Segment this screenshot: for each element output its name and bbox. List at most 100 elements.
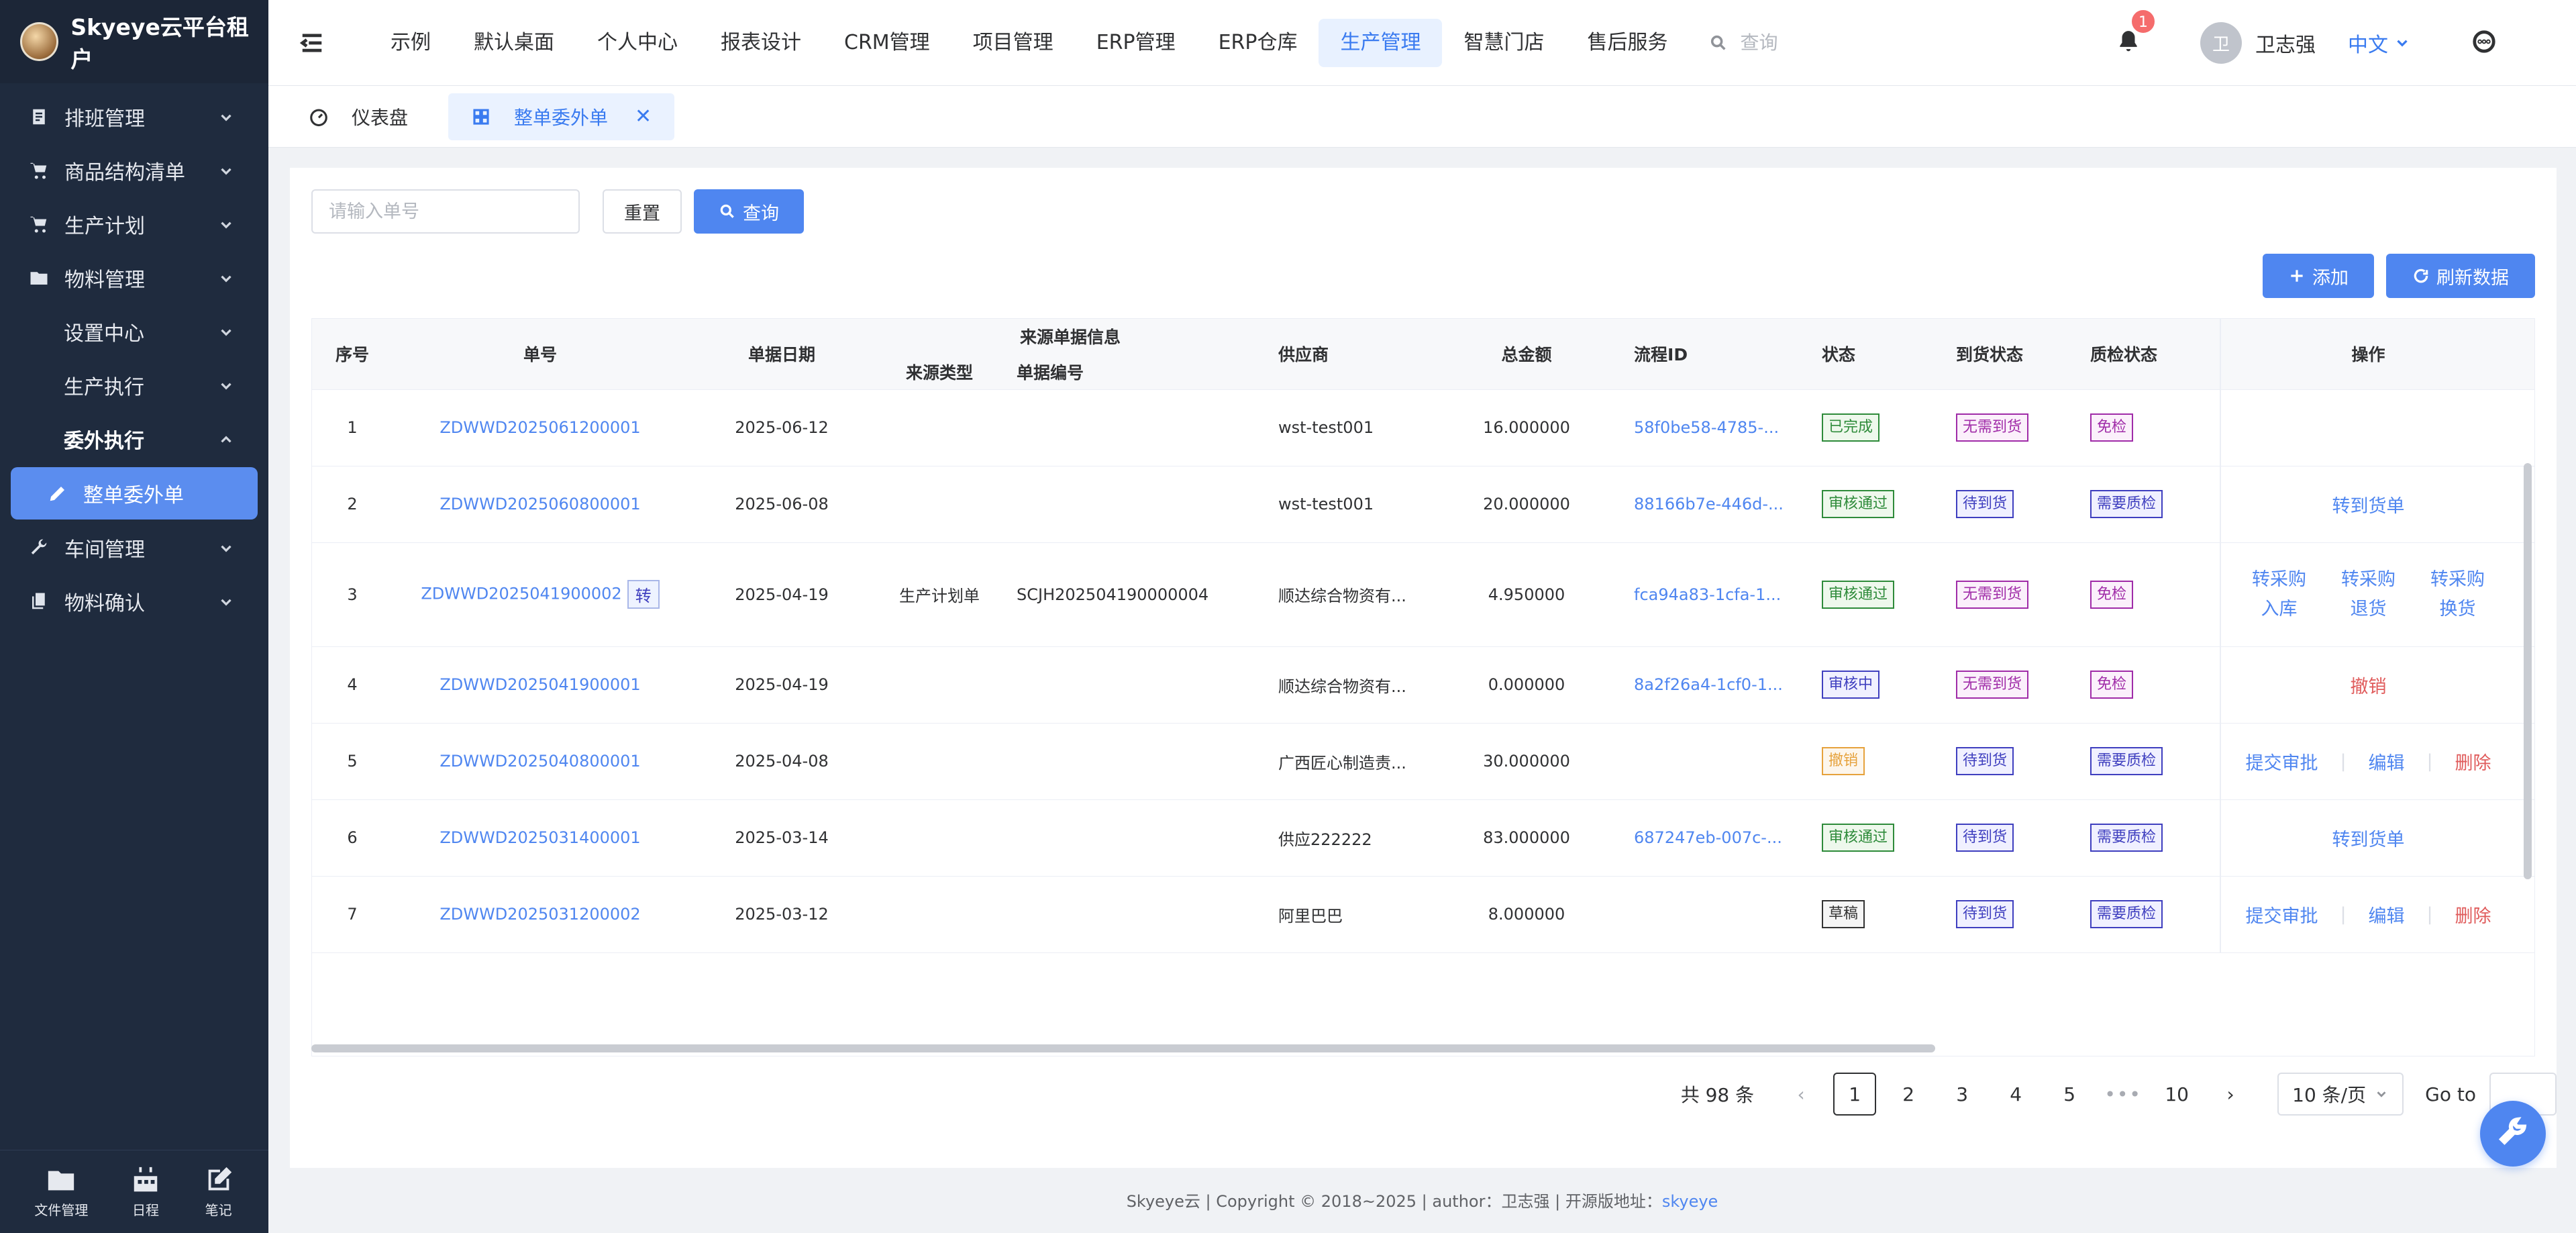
sidebar-item-production-plan[interactable]: 生产计划 <box>0 197 268 251</box>
top-search-input[interactable] <box>1740 32 1942 54</box>
language-switcher[interactable]: 中文 <box>2348 28 2411 58</box>
page-5[interactable]: 5 <box>2048 1073 2091 1116</box>
action-link[interactable]: 撤销 <box>2351 672 2387 698</box>
order-no-link[interactable]: ZDWWD2025061200001 <box>440 418 640 437</box>
page-2[interactable]: 2 <box>1887 1073 1930 1116</box>
add-button[interactable]: 添加 <box>2263 254 2374 298</box>
page-3[interactable]: 3 <box>1941 1073 1983 1116</box>
brand[interactable]: Skyeye云平台租户 <box>0 0 268 83</box>
nav-production[interactable]: 生产管理 <box>1319 18 1443 67</box>
schedule-button[interactable]: 日程 <box>130 1165 161 1219</box>
cell-arrival: 待到货 <box>1943 466 2077 543</box>
reset-button[interactable]: 重置 <box>603 189 682 234</box>
cell-source-type <box>876 646 1003 724</box>
action-link[interactable]: 转采购换货 <box>2428 565 2488 624</box>
order-date: 2025-04-19 <box>735 675 829 694</box>
col-ops: 操作 <box>2220 319 2516 390</box>
sidebar-item-outsourcing-execution[interactable]: 委外执行 <box>0 412 268 466</box>
horizontal-scrollbar[interactable] <box>311 1044 1935 1052</box>
flow-id-link[interactable]: 58f0be58-4785-... <box>1634 418 1779 437</box>
tags-view: 仪表盘 整单委外单 ✕ <box>268 86 2576 148</box>
cell-qc: 免检 <box>2077 542 2221 647</box>
page-4[interactable]: 4 <box>1994 1073 2037 1116</box>
action-link[interactable]: 编辑 <box>2369 748 2405 775</box>
action-link[interactable]: 编辑 <box>2369 901 2405 928</box>
action-link[interactable]: 转采购入库 <box>2249 565 2310 624</box>
page-size-select[interactable]: 10 条/页 <box>2277 1073 2404 1116</box>
cell-flow-id: 88166b7e-446d-... <box>1620 466 1809 543</box>
cell-qc: 免检 <box>2077 646 2221 724</box>
cell-ops <box>2220 389 2516 466</box>
action-link[interactable]: 转采购退货 <box>2338 565 2399 624</box>
order-no-link[interactable]: ZDWWD2025031200002 <box>440 905 640 924</box>
collapse-sidebar-button[interactable] <box>268 30 356 56</box>
settings-fab-button[interactable] <box>2480 1101 2546 1167</box>
search-button[interactable]: 查询 <box>694 189 804 234</box>
chevron-down-icon <box>217 269 235 287</box>
sidebar-item-material[interactable]: 物料管理 <box>0 251 268 305</box>
more-pages[interactable]: ••• <box>2102 1073 2145 1116</box>
cell-filler <box>2516 389 2534 466</box>
nav-default-desktop[interactable]: 默认桌面 <box>452 19 576 67</box>
user-menu[interactable]: 卫 卫志强 <box>2200 22 2316 64</box>
order-no-input[interactable] <box>311 189 580 234</box>
nav-erp[interactable]: ERP管理 <box>1075 19 1197 67</box>
order-no-link[interactable]: ZDWWD2025041900001 <box>440 675 640 694</box>
sidebar-item-workshop[interactable]: 车间管理 <box>0 521 268 575</box>
sidebar-item-product-structure[interactable]: 商品结构清单 <box>0 144 268 197</box>
vertical-scrollbar[interactable] <box>2524 463 2532 879</box>
order-date: 2025-03-14 <box>735 828 829 847</box>
status-badge: 审核通过 <box>1822 824 1895 852</box>
nav-crm[interactable]: CRM管理 <box>823 19 951 67</box>
flow-id-link[interactable]: 88166b7e-446d-... <box>1634 495 1784 513</box>
order-date: 2025-06-12 <box>735 418 829 437</box>
flow-id-link[interactable]: 8a2f26a4-1cf0-1... <box>1634 675 1783 694</box>
nav-project[interactable]: 项目管理 <box>951 19 1075 67</box>
order-no-link[interactable]: ZDWWD2025031400001 <box>440 828 640 847</box>
nav-erp-warehouse[interactable]: ERP仓库 <box>1197 19 1319 67</box>
action-link[interactable]: 转到货单 <box>2332 825 2405 851</box>
notes-button[interactable]: 笔记 <box>203 1165 234 1219</box>
sidebar-item-settings-center[interactable]: 设置中心 <box>0 305 268 358</box>
nav-personal-center[interactable]: 个人中心 <box>576 19 699 67</box>
action-link[interactable]: 提交审批 <box>2245 748 2318 775</box>
order-no-link[interactable]: ZDWWD2025040800001 <box>440 752 640 771</box>
order-no-link[interactable]: ZDWWD2025060800001 <box>440 495 640 513</box>
flow-id-link[interactable]: 687247eb-007c-... <box>1634 828 1782 847</box>
tab-dashboard[interactable]: 仪表盘 <box>282 93 435 140</box>
message-button[interactable] <box>2471 29 2497 57</box>
close-icon[interactable]: ✕ <box>635 105 652 128</box>
goto-label: Go to <box>2425 1083 2476 1105</box>
action-link[interactable]: 删除 <box>2455 901 2491 928</box>
arrival-badge: 待到货 <box>1956 747 2014 775</box>
notification-button[interactable]: 1 <box>2116 9 2156 57</box>
chevron-down-icon <box>217 539 235 556</box>
row-actions: 转采购入库 转采购退货 转采购换货 <box>2222 565 2516 624</box>
page-1[interactable]: 1 <box>1833 1073 1877 1116</box>
sidebar-item-whole-outsourcing-order[interactable]: 整单委外单 <box>11 467 258 520</box>
order-no-link[interactable]: ZDWWD2025041900002 <box>421 585 621 603</box>
sidebar-item-schedule[interactable]: 排班管理 <box>0 90 268 144</box>
tab-whole-outsourcing-order[interactable]: 整单委外单 ✕ <box>448 93 675 140</box>
nav-example[interactable]: 示例 <box>369 19 452 67</box>
status-badge: 审核中 <box>1822 671 1880 699</box>
footer: Skyeye云 | Copyright © 2018~2025 | author… <box>1126 1192 1718 1211</box>
nav-report-design[interactable]: 报表设计 <box>699 19 823 67</box>
sidebar-item-material-confirm[interactable]: 物料确认 <box>0 575 268 628</box>
action-link[interactable]: 删除 <box>2455 748 2491 775</box>
table-row: 1 ZDWWD2025061200001 2025-06-12 wst-test001… <box>312 389 2534 466</box>
flow-id-link[interactable]: fca94a83-1cfa-1... <box>1634 585 1781 604</box>
file-manager-button[interactable]: 文件管理 <box>34 1165 88 1219</box>
sidebar-item-production-execution[interactable]: 生产执行 <box>0 358 268 412</box>
prev-page-button[interactable]: ‹ <box>1780 1073 1822 1116</box>
page-last[interactable]: 10 <box>2155 1073 2198 1116</box>
nav-smart-store[interactable]: 智慧门店 <box>1442 19 1565 67</box>
refresh-button[interactable]: 刷新数据 <box>2386 254 2535 298</box>
next-page-button[interactable]: › <box>2209 1073 2252 1116</box>
cell-date: 2025-04-19 <box>688 542 876 647</box>
cell-index: 5 <box>312 723 393 800</box>
nav-after-sales[interactable]: 售后服务 <box>1565 19 1689 67</box>
action-link[interactable]: 转到货单 <box>2332 491 2405 517</box>
footer-link[interactable]: skyeye <box>1662 1192 1718 1211</box>
action-link[interactable]: 提交审批 <box>2245 901 2318 928</box>
